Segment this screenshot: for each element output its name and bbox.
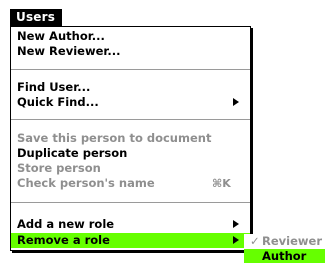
menu-item-save-person: Save this person to document [11, 131, 250, 146]
submenu-arrow-icon [233, 98, 239, 106]
menu-item-add-role[interactable]: Add a new role [11, 217, 250, 232]
menu-item-label: New Reviewer... [17, 44, 121, 58]
menu-item-label: Remove a role [17, 233, 110, 247]
submenu-arrow-icon [233, 220, 239, 228]
menu-item-label: Add a new role [17, 217, 115, 231]
menu-item-duplicate-person[interactable]: Duplicate person [11, 146, 250, 161]
menu-item-label: Store person [17, 161, 101, 175]
submenu-item-label: Reviewer [262, 234, 322, 248]
menu-item-label: Save this person to document [17, 131, 212, 145]
users-menu-title[interactable]: Users [10, 9, 63, 26]
menu-item-new-author[interactable]: New Author... [11, 29, 250, 44]
submenu-item-label: Author [262, 249, 307, 263]
menu-separator [11, 69, 250, 70]
menu-item-find-user[interactable]: Find User... [11, 80, 250, 95]
users-menu: New Author... New Reviewer... Find User.… [10, 26, 251, 251]
menu-item-remove-role[interactable]: Remove a role [11, 233, 250, 248]
menu-item-quick-find[interactable]: Quick Find... [11, 95, 250, 110]
menu-item-label: Find User... [17, 80, 91, 94]
submenu-arrow-icon [233, 236, 239, 244]
menu-separator [11, 119, 250, 120]
menu-item-label: Quick Find... [17, 95, 99, 109]
menu-separator [11, 202, 250, 203]
menu-item-label: Duplicate person [17, 146, 128, 160]
remove-role-submenu: ✓ Reviewer Author [244, 234, 325, 263]
menu-item-shortcut: ⌘K [212, 177, 231, 190]
submenu-item-author[interactable]: Author [244, 249, 325, 263]
submenu-item-reviewer: ✓ Reviewer [244, 234, 325, 248]
screen: Users New Author... New Reviewer... Find… [0, 0, 325, 263]
menu-item-label: New Author... [17, 29, 105, 43]
menu-item-label: Check person's name [17, 176, 155, 190]
menu-item-store-person: Store person [11, 161, 250, 176]
checkmark-icon: ✓ [250, 234, 260, 248]
menu-item-new-reviewer[interactable]: New Reviewer... [11, 44, 250, 59]
menu-item-check-name: Check person's name ⌘K [11, 176, 250, 191]
